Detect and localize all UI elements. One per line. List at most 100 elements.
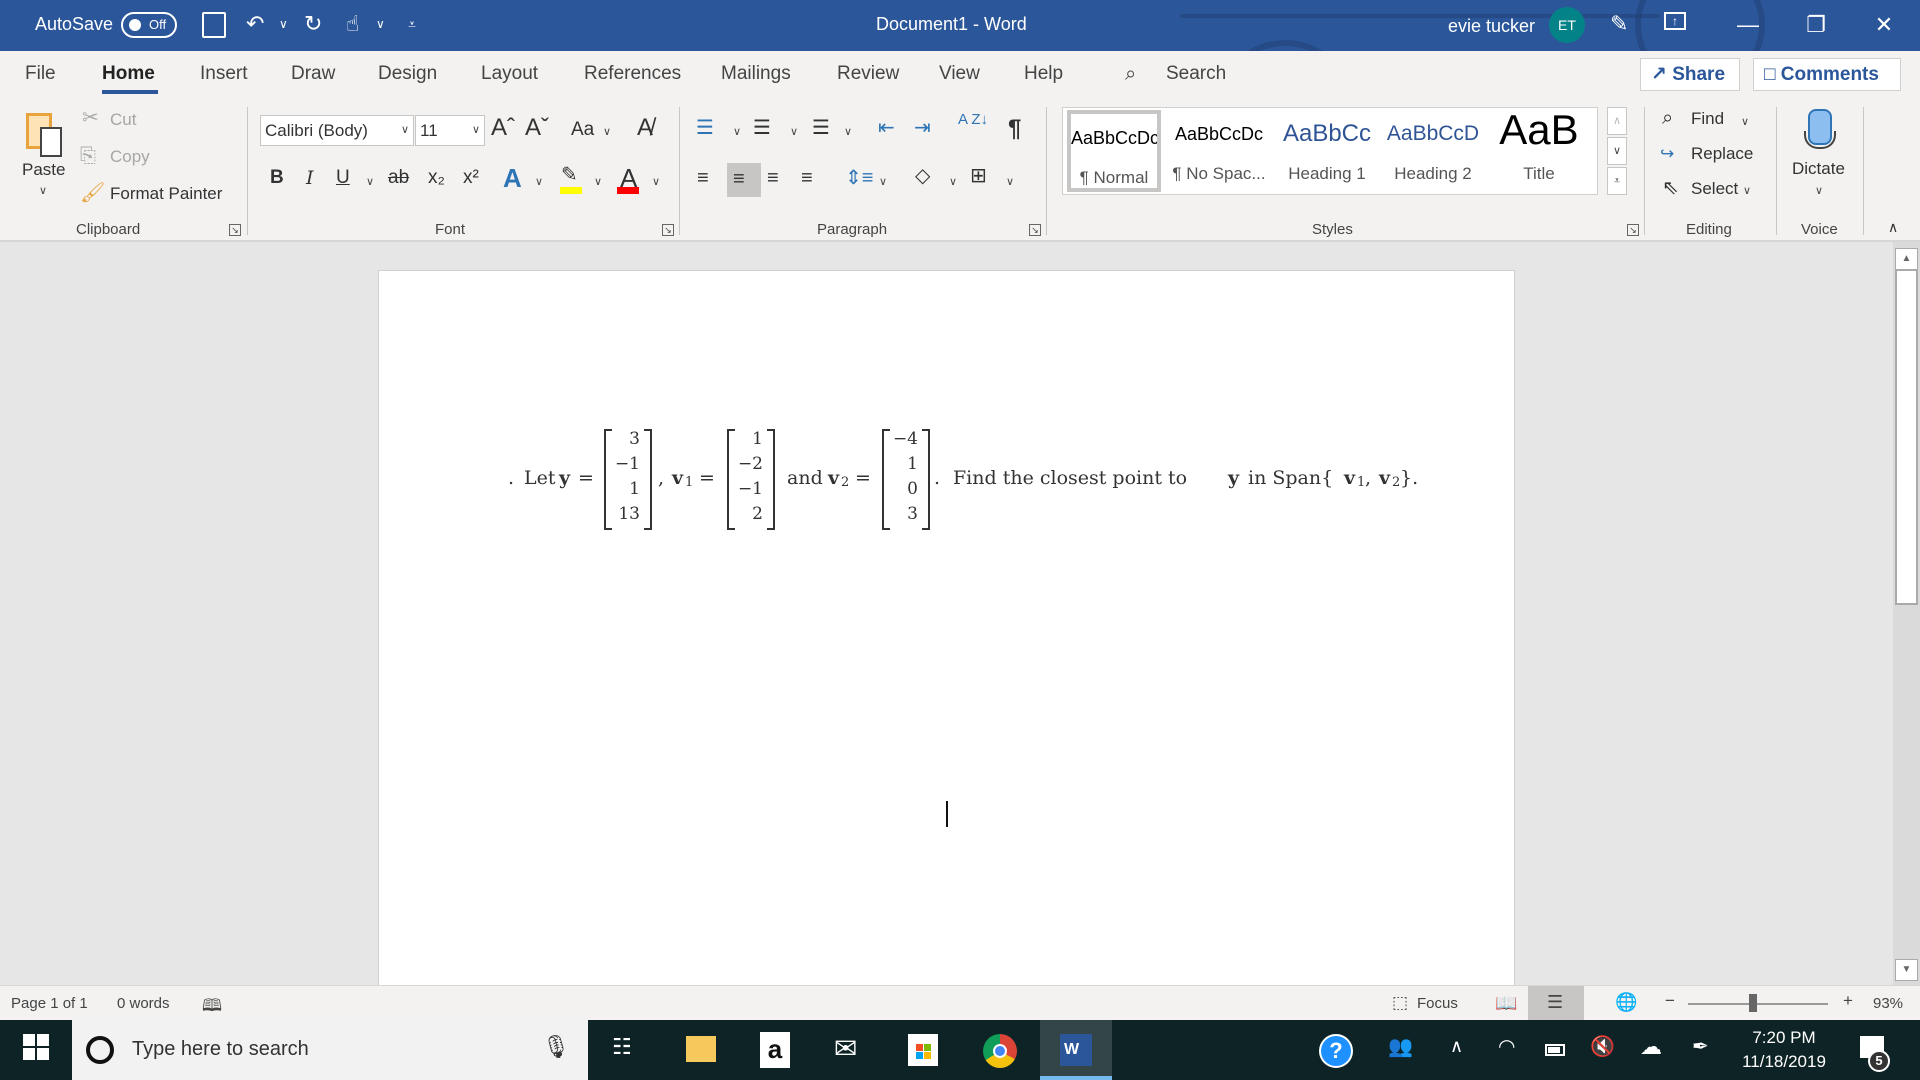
read-mode-icon[interactable]: 📖 [1495, 993, 1517, 1014]
chevron-down-icon[interactable]: ∨ [652, 175, 660, 188]
increase-indent-icon[interactable]: ⇥ [914, 117, 931, 139]
find-button[interactable]: Find [1691, 109, 1724, 129]
italic-button[interactable]: I [306, 167, 314, 189]
styles-launcher-icon[interactable]: ↘ [1627, 224, 1639, 236]
underline-button[interactable]: U [336, 167, 350, 189]
microsoft-store-icon[interactable] [908, 1034, 938, 1066]
autosave-toggle[interactable]: Off [121, 12, 177, 38]
superscript-button[interactable]: x² [463, 167, 479, 189]
select-button[interactable]: Select [1691, 179, 1738, 199]
chevron-down-icon[interactable]: ∨ [603, 125, 611, 138]
task-view-icon[interactable]: ☷ [612, 1034, 632, 1060]
tab-design[interactable]: Design [378, 63, 437, 85]
wifi-icon[interactable]: ◠ [1498, 1034, 1515, 1059]
grow-font-button[interactable]: Aˆ [491, 114, 515, 142]
tell-me-search[interactable]: Search [1166, 63, 1226, 85]
redo-icon[interactable]: ↻ [304, 10, 322, 38]
tab-draw[interactable]: Draw [291, 63, 335, 85]
clipboard-launcher-icon[interactable]: ↘ [229, 224, 241, 236]
restore-button[interactable]: ❐ [1786, 0, 1846, 51]
chevron-down-icon[interactable]: ∨ [733, 125, 741, 138]
line-spacing-icon[interactable]: ⇕≡ [845, 167, 873, 189]
scroll-down-button[interactable]: ▼ [1895, 959, 1918, 981]
zoom-slider-thumb[interactable] [1748, 994, 1757, 1012]
numbering-icon[interactable]: ☰ [753, 117, 771, 139]
tab-insert[interactable]: Insert [200, 63, 248, 85]
feedback-icon[interactable]: ✎ [1610, 10, 1628, 38]
style-normal[interactable]: AaBbCcDc ¶ Normal [1067, 110, 1161, 192]
touch-mode-icon[interactable]: ☝ [346, 10, 359, 38]
styles-scroll-down[interactable]: ∨ [1607, 137, 1627, 165]
sort-button[interactable]: A Z↓ [958, 112, 988, 127]
format-painter-button[interactable]: Format Painter [110, 184, 222, 204]
share-button[interactable]: ↗ Share [1640, 58, 1740, 91]
save-icon[interactable] [202, 12, 226, 38]
print-layout-button[interactable]: ☰ [1528, 986, 1584, 1020]
cut-button[interactable]: Cut [110, 110, 136, 130]
show-formatting-button[interactable]: ¶ [1008, 115, 1021, 143]
dictate-button[interactable]: Dictate [1792, 159, 1845, 179]
scroll-thumb[interactable] [1895, 269, 1918, 605]
font-launcher-icon[interactable]: ↘ [662, 224, 674, 236]
subscript-button[interactable]: x₂ [428, 167, 445, 189]
windows-start-button[interactable] [23, 1034, 49, 1060]
style-no-spacing[interactable]: AaBbCcDc ¶ No Spac... [1167, 110, 1271, 192]
chevron-down-icon[interactable]: ∨ [790, 125, 798, 138]
touch-mode-dropdown-icon[interactable]: ∨ [376, 10, 385, 38]
tab-file[interactable]: File [25, 63, 56, 85]
chrome-icon[interactable] [983, 1034, 1017, 1068]
word-count[interactable]: 0 words [117, 995, 170, 1012]
clear-formatting-icon[interactable]: A̸ [637, 116, 653, 140]
change-case-button[interactable]: Aa [571, 119, 594, 141]
tab-home[interactable]: Home [102, 63, 155, 85]
close-button[interactable]: ✕ [1854, 0, 1914, 51]
people-icon[interactable]: 👥 [1388, 1034, 1413, 1059]
align-right-icon[interactable]: ≡ [767, 167, 779, 189]
chevron-down-icon[interactable]: ∨ [1741, 115, 1749, 128]
bullets-icon[interactable]: ☰ [696, 117, 714, 139]
styles-scroll-up[interactable]: ∧ [1607, 107, 1627, 135]
avatar[interactable]: ET [1549, 7, 1585, 43]
scroll-up-button[interactable]: ▲ [1895, 248, 1918, 270]
styles-more[interactable]: ⩡ [1607, 167, 1627, 195]
minimize-button[interactable]: — [1718, 0, 1778, 51]
chevron-down-icon[interactable]: ∨ [594, 175, 602, 188]
show-hidden-icons[interactable]: ∧ [1450, 1036, 1463, 1057]
volume-muted-icon[interactable]: 🔇 [1590, 1034, 1615, 1059]
focus-button[interactable]: Focus [1417, 995, 1458, 1012]
align-center-button[interactable]: ≡ [727, 163, 761, 197]
style-title[interactable]: AaB Title [1487, 106, 1591, 192]
style-heading-2[interactable]: AaBbCcD Heading 2 [1381, 110, 1485, 192]
chevron-down-icon[interactable]: ∨ [366, 175, 374, 188]
amazon-icon[interactable]: a [760, 1032, 790, 1068]
ribbon-display-icon[interactable]: ↑ [1664, 12, 1686, 30]
tab-help[interactable]: Help [1024, 63, 1063, 85]
chevron-down-icon[interactable]: ∨ [1815, 184, 1823, 197]
justify-icon[interactable]: ≡ [801, 167, 813, 189]
paragraph-launcher-icon[interactable]: ↘ [1029, 224, 1041, 236]
user-name[interactable]: evie tucker [1448, 16, 1535, 37]
zoom-out-button[interactable]: − [1665, 991, 1675, 1011]
microphone-icon[interactable]: 🎙 [542, 1034, 570, 1060]
zoom-in-button[interactable]: + [1843, 991, 1853, 1011]
paste-dropdown-icon[interactable]: ∨ [39, 184, 47, 197]
tab-review[interactable]: Review [837, 63, 899, 85]
copy-button[interactable]: Copy [110, 147, 150, 167]
replace-button[interactable]: Replace [1691, 144, 1753, 164]
word-taskbar-button[interactable]: W [1040, 1020, 1112, 1080]
align-left-icon[interactable]: ≡ [697, 167, 709, 189]
page-count[interactable]: Page 1 of 1 [11, 995, 88, 1012]
multilevel-list-icon[interactable]: ☰ [812, 117, 830, 139]
undo-icon[interactable]: ↶ [246, 10, 264, 38]
zoom-slider[interactable] [1688, 1003, 1828, 1005]
undo-dropdown-icon[interactable]: ∨ [279, 10, 288, 38]
text-effects-button[interactable]: A [503, 163, 522, 194]
shrink-font-button[interactable]: Aˇ [525, 114, 549, 142]
borders-icon[interactable]: ⊞ [970, 165, 987, 187]
onedrive-icon[interactable]: ☁ [1640, 1034, 1662, 1060]
file-explorer-icon[interactable] [686, 1036, 716, 1062]
paste-label[interactable]: Paste [22, 160, 65, 180]
tab-view[interactable]: View [939, 63, 980, 85]
document-page[interactable]: . Let y = 3 −1 1 13 , v 1 = 1 −2 −1 2 an… [378, 270, 1515, 985]
paste-button[interactable] [22, 108, 68, 160]
